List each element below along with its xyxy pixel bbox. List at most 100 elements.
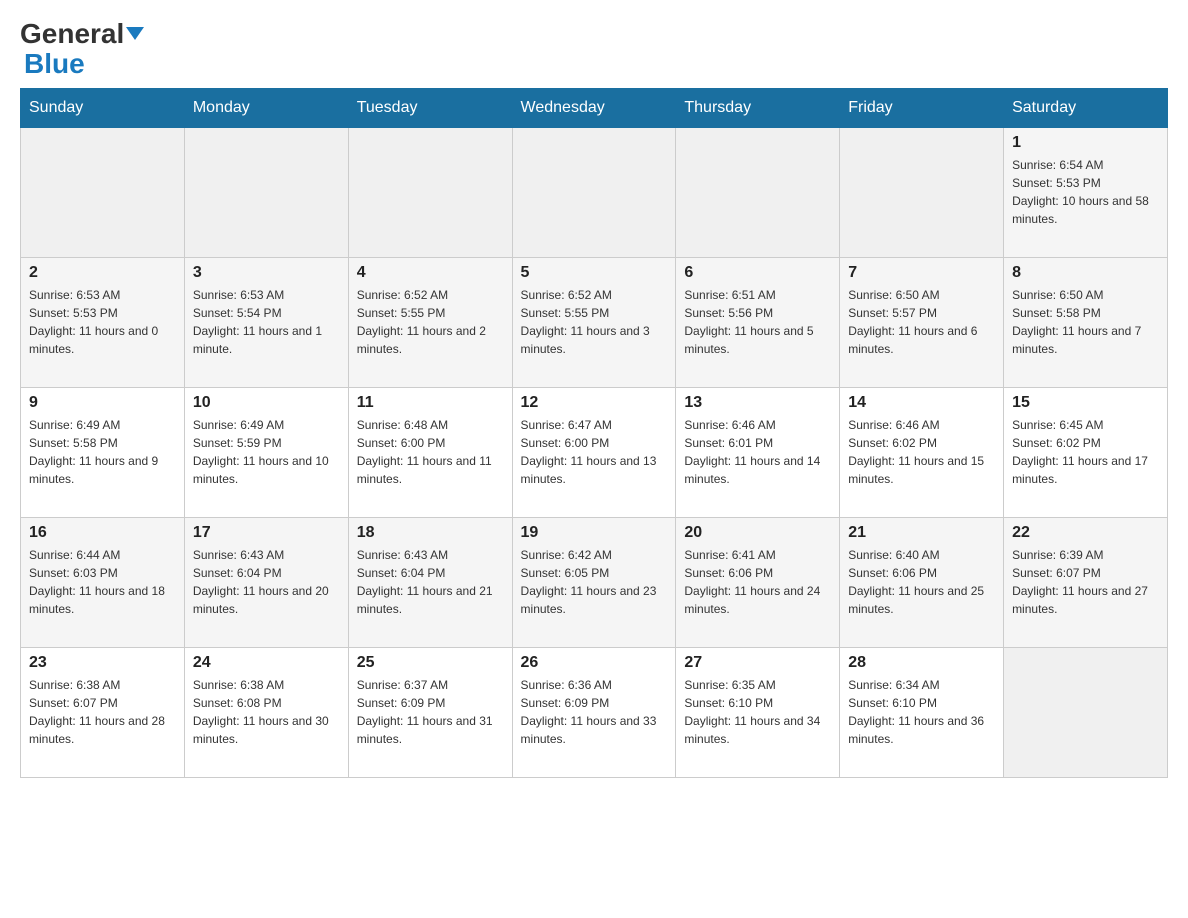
calendar-cell: 28Sunrise: 6:34 AMSunset: 6:10 PMDayligh…: [840, 648, 1004, 778]
weekday-header-friday: Friday: [840, 89, 1004, 128]
day-number: 16: [29, 524, 176, 542]
calendar-cell: 4 Sunrise: 6:52 AMSunset: 5:55 PMDaylight…: [348, 258, 512, 388]
day-info: Sunrise: 6:47 AMSunset: 6:00 PMDaylight:…: [521, 416, 668, 488]
calendar-week-3: 9 Sunrise: 6:49 AMSunset: 5:58 PMDaylight…: [21, 388, 1168, 518]
day-number: 12: [521, 394, 668, 412]
calendar-cell: 10 Sunrise: 6:49 AMSunset: 5:59 PMDayligh…: [184, 388, 348, 518]
calendar-cell: [840, 128, 1004, 258]
calendar-cell: 27 Sunrise: 6:35 AMSunset: 6:10 PMDayligh…: [676, 648, 840, 778]
day-number: 18: [357, 524, 504, 542]
calendar-cell: 1 Sunrise: 6:54 AMSunset: 5:53 PMDaylight…: [1004, 128, 1168, 258]
day-info: Sunrise: 6:53 AMSunset: 5:54 PMDaylight:…: [193, 286, 340, 358]
weekday-header-thursday: Thursday: [676, 89, 840, 128]
day-info: Sunrise: 6:39 AMSunset: 6:07 PMDaylight:…: [1012, 546, 1159, 618]
calendar-cell: 26Sunrise: 6:36 AMSunset: 6:09 PMDayligh…: [512, 648, 676, 778]
day-number: 14: [848, 394, 995, 412]
day-info: Sunrise: 6:48 AMSunset: 6:00 PMDaylight:…: [357, 416, 504, 488]
day-info: Sunrise: 6:36 AMSunset: 6:09 PMDaylight:…: [521, 676, 668, 748]
calendar-cell: 9 Sunrise: 6:49 AMSunset: 5:58 PMDaylight…: [21, 388, 185, 518]
day-info: Sunrise: 6:53 AMSunset: 5:53 PMDaylight:…: [29, 286, 176, 358]
day-info: Sunrise: 6:38 AMSunset: 6:07 PMDaylight:…: [29, 676, 176, 748]
day-info: Sunrise: 6:38 AMSunset: 6:08 PMDaylight:…: [193, 676, 340, 748]
day-info: Sunrise: 6:45 AMSunset: 6:02 PMDaylight:…: [1012, 416, 1159, 488]
day-info: Sunrise: 6:50 AMSunset: 5:58 PMDaylight:…: [1012, 286, 1159, 358]
calendar-cell: [348, 128, 512, 258]
day-number: 3: [193, 264, 340, 282]
day-number: 10: [193, 394, 340, 412]
day-number: 20: [684, 524, 831, 542]
calendar-week-4: 16Sunrise: 6:44 AMSunset: 6:03 PMDayligh…: [21, 518, 1168, 648]
calendar-cell: [21, 128, 185, 258]
calendar-cell: 7 Sunrise: 6:50 AMSunset: 5:57 PMDaylight…: [840, 258, 1004, 388]
day-info: Sunrise: 6:49 AMSunset: 5:59 PMDaylight:…: [193, 416, 340, 488]
day-number: 1: [1012, 134, 1159, 152]
day-number: 11: [357, 394, 504, 412]
weekday-header-row: SundayMondayTuesdayWednesdayThursdayFrid…: [21, 89, 1168, 128]
day-info: Sunrise: 6:43 AMSunset: 6:04 PMDaylight:…: [357, 546, 504, 618]
day-number: 23: [29, 654, 176, 672]
calendar-cell: 14 Sunrise: 6:46 AMSunset: 6:02 PMDayligh…: [840, 388, 1004, 518]
calendar-table: SundayMondayTuesdayWednesdayThursdayFrid…: [20, 88, 1168, 778]
day-number: 21: [848, 524, 995, 542]
calendar-cell: 20 Sunrise: 6:41 AMSunset: 6:06 PMDayligh…: [676, 518, 840, 648]
calendar-header: SundayMondayTuesdayWednesdayThursdayFrid…: [21, 89, 1168, 128]
weekday-header-wednesday: Wednesday: [512, 89, 676, 128]
calendar-body: 1 Sunrise: 6:54 AMSunset: 5:53 PMDaylight…: [21, 128, 1168, 778]
weekday-header-sunday: Sunday: [21, 89, 185, 128]
day-info: Sunrise: 6:46 AMSunset: 6:01 PMDaylight:…: [684, 416, 831, 488]
calendar-cell: 16Sunrise: 6:44 AMSunset: 6:03 PMDayligh…: [21, 518, 185, 648]
day-number: 5: [521, 264, 668, 282]
calendar-cell: 25 Sunrise: 6:37 AMSunset: 6:09 PMDayligh…: [348, 648, 512, 778]
calendar-cell: 21 Sunrise: 6:40 AMSunset: 6:06 PMDayligh…: [840, 518, 1004, 648]
day-info: Sunrise: 6:46 AMSunset: 6:02 PMDaylight:…: [848, 416, 995, 488]
calendar-cell: 19 Sunrise: 6:42 AMSunset: 6:05 PMDayligh…: [512, 518, 676, 648]
calendar-cell: 17 Sunrise: 6:43 AMSunset: 6:04 PMDayligh…: [184, 518, 348, 648]
calendar-cell: 24 Sunrise: 6:38 AMSunset: 6:08 PMDayligh…: [184, 648, 348, 778]
calendar-cell: 11 Sunrise: 6:48 AMSunset: 6:00 PMDayligh…: [348, 388, 512, 518]
day-info: Sunrise: 6:42 AMSunset: 6:05 PMDaylight:…: [521, 546, 668, 618]
day-info: Sunrise: 6:43 AMSunset: 6:04 PMDaylight:…: [193, 546, 340, 618]
calendar-cell: 6 Sunrise: 6:51 AMSunset: 5:56 PMDaylight…: [676, 258, 840, 388]
day-number: 27: [684, 654, 831, 672]
weekday-header-tuesday: Tuesday: [348, 89, 512, 128]
logo-blue-text: Blue: [20, 50, 85, 78]
day-number: 17: [193, 524, 340, 542]
day-info: Sunrise: 6:40 AMSunset: 6:06 PMDaylight:…: [848, 546, 995, 618]
day-info: Sunrise: 6:54 AMSunset: 5:53 PMDaylight:…: [1012, 156, 1159, 228]
calendar-cell: [1004, 648, 1168, 778]
day-number: 22: [1012, 524, 1159, 542]
calendar-cell: 5 Sunrise: 6:52 AMSunset: 5:55 PMDaylight…: [512, 258, 676, 388]
calendar-week-5: 23 Sunrise: 6:38 AMSunset: 6:07 PMDayligh…: [21, 648, 1168, 778]
day-info: Sunrise: 6:50 AMSunset: 5:57 PMDaylight:…: [848, 286, 995, 358]
day-number: 8: [1012, 264, 1159, 282]
day-number: 25: [357, 654, 504, 672]
weekday-header-saturday: Saturday: [1004, 89, 1168, 128]
day-info: Sunrise: 6:35 AMSunset: 6:10 PMDaylight:…: [684, 676, 831, 748]
day-number: 24: [193, 654, 340, 672]
calendar-cell: [512, 128, 676, 258]
calendar-cell: 15Sunrise: 6:45 AMSunset: 6:02 PMDayligh…: [1004, 388, 1168, 518]
day-number: 6: [684, 264, 831, 282]
calendar-cell: 23 Sunrise: 6:38 AMSunset: 6:07 PMDayligh…: [21, 648, 185, 778]
calendar-cell: 2Sunrise: 6:53 AMSunset: 5:53 PMDaylight…: [21, 258, 185, 388]
weekday-header-monday: Monday: [184, 89, 348, 128]
day-info: Sunrise: 6:52 AMSunset: 5:55 PMDaylight:…: [357, 286, 504, 358]
day-info: Sunrise: 6:49 AMSunset: 5:58 PMDaylight:…: [29, 416, 176, 488]
day-info: Sunrise: 6:52 AMSunset: 5:55 PMDaylight:…: [521, 286, 668, 358]
day-number: 9: [29, 394, 176, 412]
logo-general: General: [20, 20, 144, 48]
day-number: 19: [521, 524, 668, 542]
calendar-cell: 13 Sunrise: 6:46 AMSunset: 6:01 PMDayligh…: [676, 388, 840, 518]
calendar-cell: 8 Sunrise: 6:50 AMSunset: 5:58 PMDaylight…: [1004, 258, 1168, 388]
calendar-cell: 12 Sunrise: 6:47 AMSunset: 6:00 PMDayligh…: [512, 388, 676, 518]
day-info: Sunrise: 6:34 AMSunset: 6:10 PMDaylight:…: [848, 676, 995, 748]
day-number: 4: [357, 264, 504, 282]
day-info: Sunrise: 6:41 AMSunset: 6:06 PMDaylight:…: [684, 546, 831, 618]
day-info: Sunrise: 6:37 AMSunset: 6:09 PMDaylight:…: [357, 676, 504, 748]
calendar-cell: [676, 128, 840, 258]
day-info: Sunrise: 6:51 AMSunset: 5:56 PMDaylight:…: [684, 286, 831, 358]
logo: General Blue: [20, 20, 144, 78]
calendar-cell: [184, 128, 348, 258]
day-number: 7: [848, 264, 995, 282]
day-number: 13: [684, 394, 831, 412]
